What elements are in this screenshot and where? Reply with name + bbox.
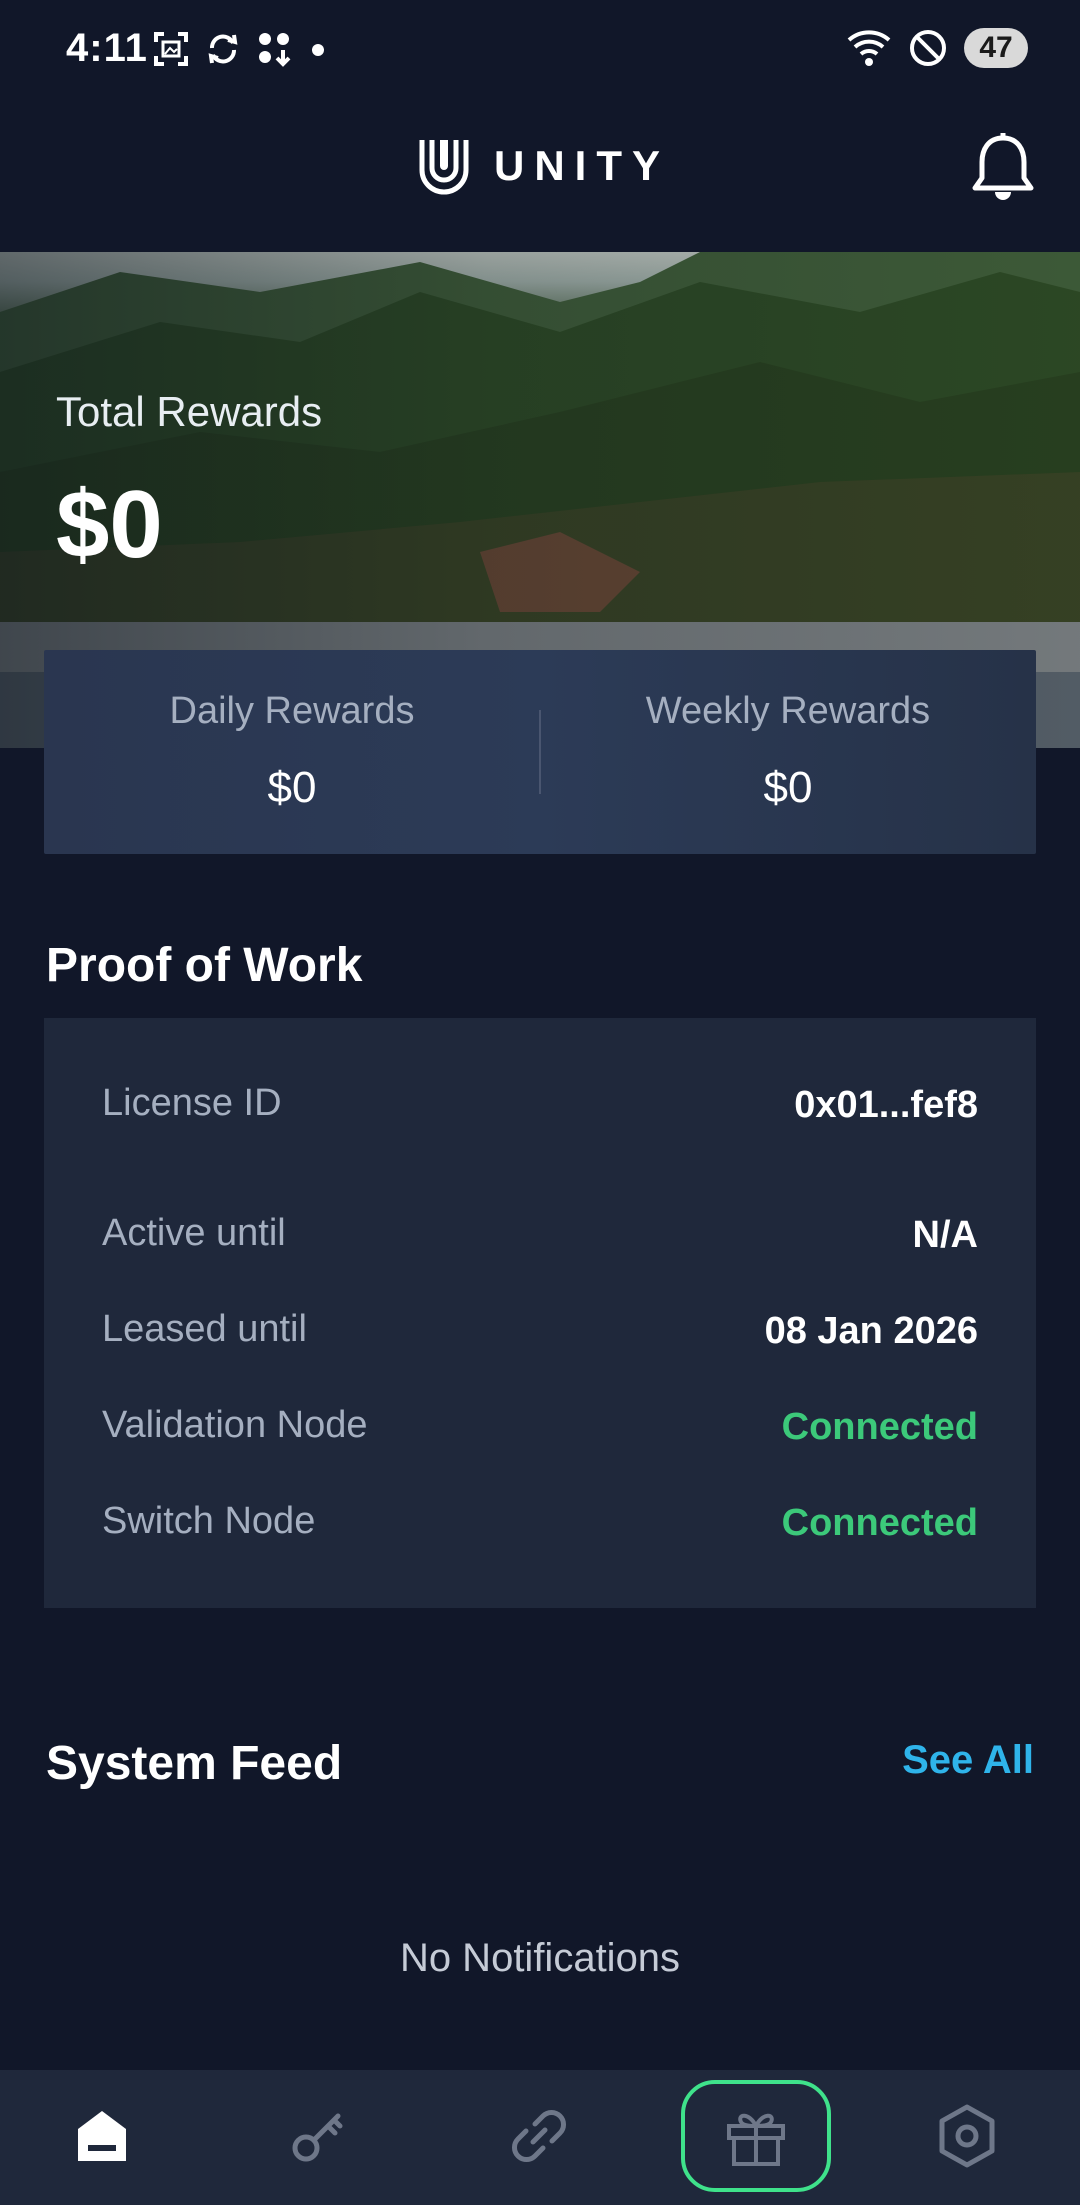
nav-settings[interactable] [892,2080,1042,2192]
weekly-rewards: Weekly Rewards $0 [540,690,1036,813]
app-header: UNITY [0,110,1080,230]
total-rewards-value: $0 [56,471,163,578]
status-time: 4:11 [66,26,148,70]
notifications-button[interactable] [970,132,1036,209]
see-all-link[interactable]: See All [902,1738,1034,1783]
validation-node-status: Connected [781,1406,978,1448]
screenshot-icon [154,32,188,66]
nav-licenses[interactable] [243,2080,393,2192]
status-icons-left [152,30,328,68]
daily-rewards: Daily Rewards $0 [44,690,540,813]
proof-row-active-until: Active until N/A [44,1212,1036,1272]
wifi-icon [847,30,891,66]
weekly-rewards-value: $0 [763,763,813,812]
proof-row-switch-node: Switch Node Connected [44,1500,1036,1560]
bell-icon [972,133,1034,200]
home-icon [78,2111,126,2161]
link-icon [512,2110,566,2162]
proof-row-label: Leased until [102,1308,307,1350]
gift-icon [727,2113,785,2166]
bottom-nav [0,2070,1080,2205]
sync-icon [208,34,238,64]
daily-rewards-value: $0 [267,763,317,812]
proof-row-value: N/A [912,1214,978,1256]
brand-name: UNITY [494,142,670,189]
battery-icon: 47 [964,28,1028,68]
status-icons-right: 47 [846,28,1028,68]
total-rewards-label: Total Rewards [56,388,323,435]
proof-row-label: Validation Node [102,1404,368,1446]
settings-hex-icon [939,2104,995,2168]
rewards-card: Daily Rewards $0 Weekly Rewards $0 [44,650,1036,854]
unity-logo-icon [419,140,469,195]
nav-link[interactable] [464,2080,614,2192]
proof-row-label: Switch Node [102,1500,316,1542]
key-icon [292,2113,343,2162]
proof-of-work-title: Proof of Work [46,939,363,992]
brand: UNITY [418,136,670,196]
weekly-rewards-label: Weekly Rewards [645,690,931,732]
proof-row-label: License ID [102,1082,282,1124]
proof-row-label: Active until [102,1212,286,1254]
do-not-disturb-icon [910,30,946,66]
proof-row-license-id: License ID 0x01...fef8 [44,1082,1036,1142]
switch-node-status: Connected [781,1502,978,1544]
battery-level: 47 [979,31,1013,64]
nav-home[interactable] [27,2080,177,2192]
proof-row-validation-node: Validation Node Connected [44,1404,1036,1464]
daily-rewards-label: Daily Rewards [169,690,415,732]
dot-icon [312,44,324,56]
empty-feed-message: No Notifications [399,1936,681,1980]
home-screen: 4:11 47 UNITY Total Rewards $0 Daily Rew… [0,0,1080,2205]
proof-of-work-card: License ID 0x01...fef8 Active until N/A … [44,1018,1036,1608]
proof-row-leased-until: Leased until 08 Jan 2026 [44,1308,1036,1368]
proof-row-value: 0x01...fef8 [794,1084,978,1126]
nav-rewards[interactable] [681,2080,831,2192]
status-bar: 4:11 47 [0,0,1080,100]
system-feed-title: System Feed [46,1737,343,1790]
apps-download-icon [259,33,291,67]
proof-row-value: 08 Jan 2026 [764,1310,978,1352]
